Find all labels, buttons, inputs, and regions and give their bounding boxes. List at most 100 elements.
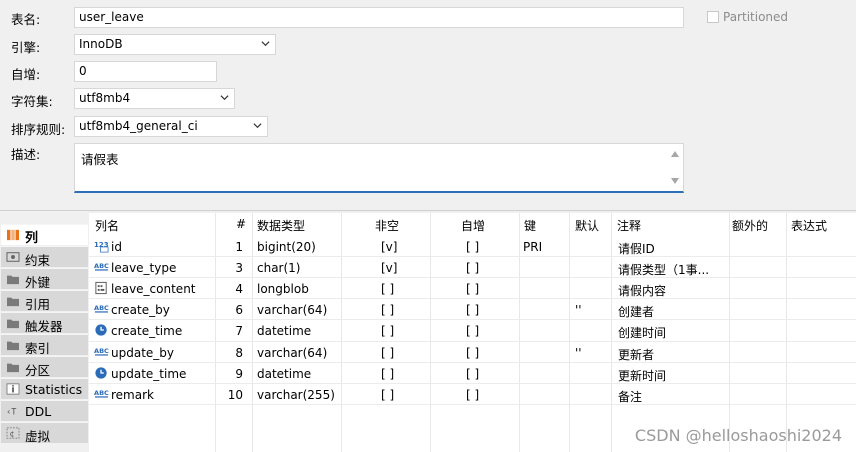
not-null-cell[interactable]: [ ] (381, 367, 394, 381)
auto-increment-cell[interactable]: [ ] (466, 282, 479, 296)
tab-label: 触发器 (25, 319, 63, 334)
not-null-cell[interactable]: [ ] (381, 346, 394, 360)
auto-increment-cell[interactable]: [ ] (466, 367, 479, 381)
charset-select[interactable]: utf8mb4 (74, 88, 235, 109)
auto-increment-cell[interactable]: [ ] (466, 261, 479, 275)
data-type-cell[interactable]: varchar(64) (257, 303, 327, 317)
column-name-cell[interactable]: update_time (111, 367, 186, 381)
not-null-cell[interactable]: [ ] (381, 282, 394, 296)
column-header-7[interactable]: 注释 (617, 217, 641, 234)
comment-cell[interactable]: 更新者 (618, 346, 726, 363)
ddl-icon: ‹T (6, 407, 16, 417)
tab-ddl[interactable]: ‹T DDL (1, 400, 88, 421)
default-cell[interactable]: '' (575, 303, 582, 317)
data-type-cell[interactable]: char(1) (257, 261, 301, 275)
scroll-down-icon[interactable] (671, 178, 679, 184)
comment-cell[interactable]: 请假内容 (618, 282, 726, 299)
table-row[interactable]: leave_content 4 longblob [ ] [ ] 请假内容 (89, 278, 856, 299)
tab-label: 外键 (25, 275, 51, 290)
column-header-2[interactable]: 数据类型 (257, 217, 305, 234)
column-name-cell[interactable]: create_time (111, 324, 182, 338)
tab-statistics[interactable]: Statistics (1, 378, 88, 399)
not-null-cell[interactable]: [v] (381, 240, 397, 254)
auto-increment-cell[interactable]: [ ] (466, 240, 479, 254)
tab-constraints[interactable]: 约束 (1, 246, 88, 268)
data-type-cell[interactable]: varchar(255) (257, 388, 335, 402)
chevron-down-icon (261, 41, 270, 47)
auto-increment-cell[interactable]: [ ] (466, 388, 479, 402)
table-row[interactable]: ABC leave_type 3 char(1) [v] [ ] 请假类型（1事... (89, 257, 856, 278)
auto-increment-cell[interactable]: [ ] (466, 346, 479, 360)
column-number-cell[interactable]: 1 (235, 240, 243, 254)
not-null-cell[interactable]: [ ] (381, 388, 394, 402)
auto-increment-cell[interactable]: [ ] (466, 324, 479, 338)
table-row[interactable]: update_time 9 datetime [ ] [ ] 更新时间 (89, 363, 856, 384)
data-type-cell[interactable]: datetime (257, 324, 311, 338)
description-scrollbar[interactable] (667, 144, 683, 191)
column-name-cell[interactable]: create_by (111, 303, 170, 317)
column-name-cell[interactable]: leave_type (111, 261, 176, 275)
data-type-cell[interactable]: datetime (257, 367, 311, 381)
column-header-4[interactable]: 自增 (461, 217, 485, 234)
column-name-cell[interactable]: leave_content (111, 282, 196, 296)
description-textarea[interactable]: 请假表 (74, 143, 684, 193)
tab-virtual[interactable]: ¢ 虚拟 (1, 422, 88, 444)
column-name-cell[interactable]: update_by (111, 346, 174, 360)
column-number-cell[interactable]: 3 (235, 261, 243, 275)
tab-label: 约束 (25, 253, 51, 268)
column-header-8[interactable]: 额外的 (732, 217, 768, 234)
tab-columns[interactable]: 列 (1, 224, 88, 246)
tab-references[interactable]: 引用 (1, 290, 88, 312)
column-header-1[interactable]: # (236, 217, 246, 231)
auto-increment-input[interactable]: 0 (74, 61, 217, 82)
columns-icon (7, 229, 19, 241)
partitioned-checkbox[interactable] (707, 11, 719, 23)
comment-cell[interactable]: 备注 (618, 388, 726, 405)
column-number-cell[interactable]: 6 (235, 303, 243, 317)
column-number-cell[interactable]: 9 (235, 367, 243, 381)
column-header-0[interactable]: 列名 (95, 217, 119, 234)
column-number-cell[interactable]: 7 (235, 324, 243, 338)
column-number-cell[interactable]: 8 (235, 346, 243, 360)
column-name-cell[interactable]: remark (111, 388, 154, 402)
data-type-cell[interactable]: bigint(20) (257, 240, 316, 254)
not-null-cell[interactable]: [v] (381, 261, 397, 275)
svg-text:ABC: ABC (94, 389, 109, 397)
tab-label: 分区 (25, 363, 51, 378)
table-row[interactable]: ABC update_by 8 varchar(64) [ ] [ ] '' 更新者 (89, 342, 856, 363)
tab-triggers[interactable]: 触发器 (1, 312, 88, 334)
engine-select[interactable]: InnoDB (74, 34, 276, 55)
table-name-input[interactable]: user_leave (74, 7, 684, 28)
column-header-9[interactable]: 表达式 (791, 217, 827, 234)
column-number-cell[interactable]: 4 (235, 282, 243, 296)
comment-cell[interactable]: 更新时间 (618, 367, 726, 384)
default-cell[interactable]: '' (575, 346, 582, 360)
svg-text:ABC: ABC (94, 346, 109, 354)
collation-select[interactable]: utf8mb4_general_ci (74, 116, 268, 137)
column-number-cell[interactable]: 10 (228, 388, 243, 402)
comment-cell[interactable]: 创建者 (618, 303, 726, 320)
virtual-icon: ¢ (6, 427, 20, 439)
comment-cell[interactable]: 创建时间 (618, 324, 726, 341)
tab-foreign-keys[interactable]: 外键 (1, 268, 88, 290)
tab-indexes[interactable]: 索引 (1, 334, 88, 356)
not-null-cell[interactable]: [ ] (381, 303, 394, 317)
key-cell[interactable]: PRI (523, 240, 542, 254)
column-header-6[interactable]: 默认 (575, 217, 599, 234)
auto-increment-cell[interactable]: [ ] (466, 303, 479, 317)
column-header-5[interactable]: 键 (524, 217, 536, 234)
tab-label: 虚拟 (25, 429, 51, 444)
scroll-up-icon[interactable] (671, 151, 679, 157)
tab-partitions[interactable]: 分区 (1, 356, 88, 378)
column-header-3[interactable]: 非空 (375, 217, 399, 234)
data-type-cell[interactable]: varchar(64) (257, 346, 327, 360)
data-type-cell[interactable]: longblob (257, 282, 309, 296)
table-row[interactable]: 123 id 1 bigint(20) [v] [ ] PRI 请假ID (89, 236, 856, 257)
table-row[interactable]: create_time 7 datetime [ ] [ ] 创建时间 (89, 320, 856, 341)
comment-cell[interactable]: 请假类型（1事... (618, 261, 726, 278)
table-row[interactable]: ABC create_by 6 varchar(64) [ ] [ ] '' 创建者 (89, 299, 856, 320)
column-name-cell[interactable]: id (111, 240, 122, 254)
table-row[interactable]: ABC remark 10 varchar(255) [ ] [ ] 备注 (89, 384, 856, 405)
comment-cell[interactable]: 请假ID (618, 240, 726, 257)
not-null-cell[interactable]: [ ] (381, 324, 394, 338)
